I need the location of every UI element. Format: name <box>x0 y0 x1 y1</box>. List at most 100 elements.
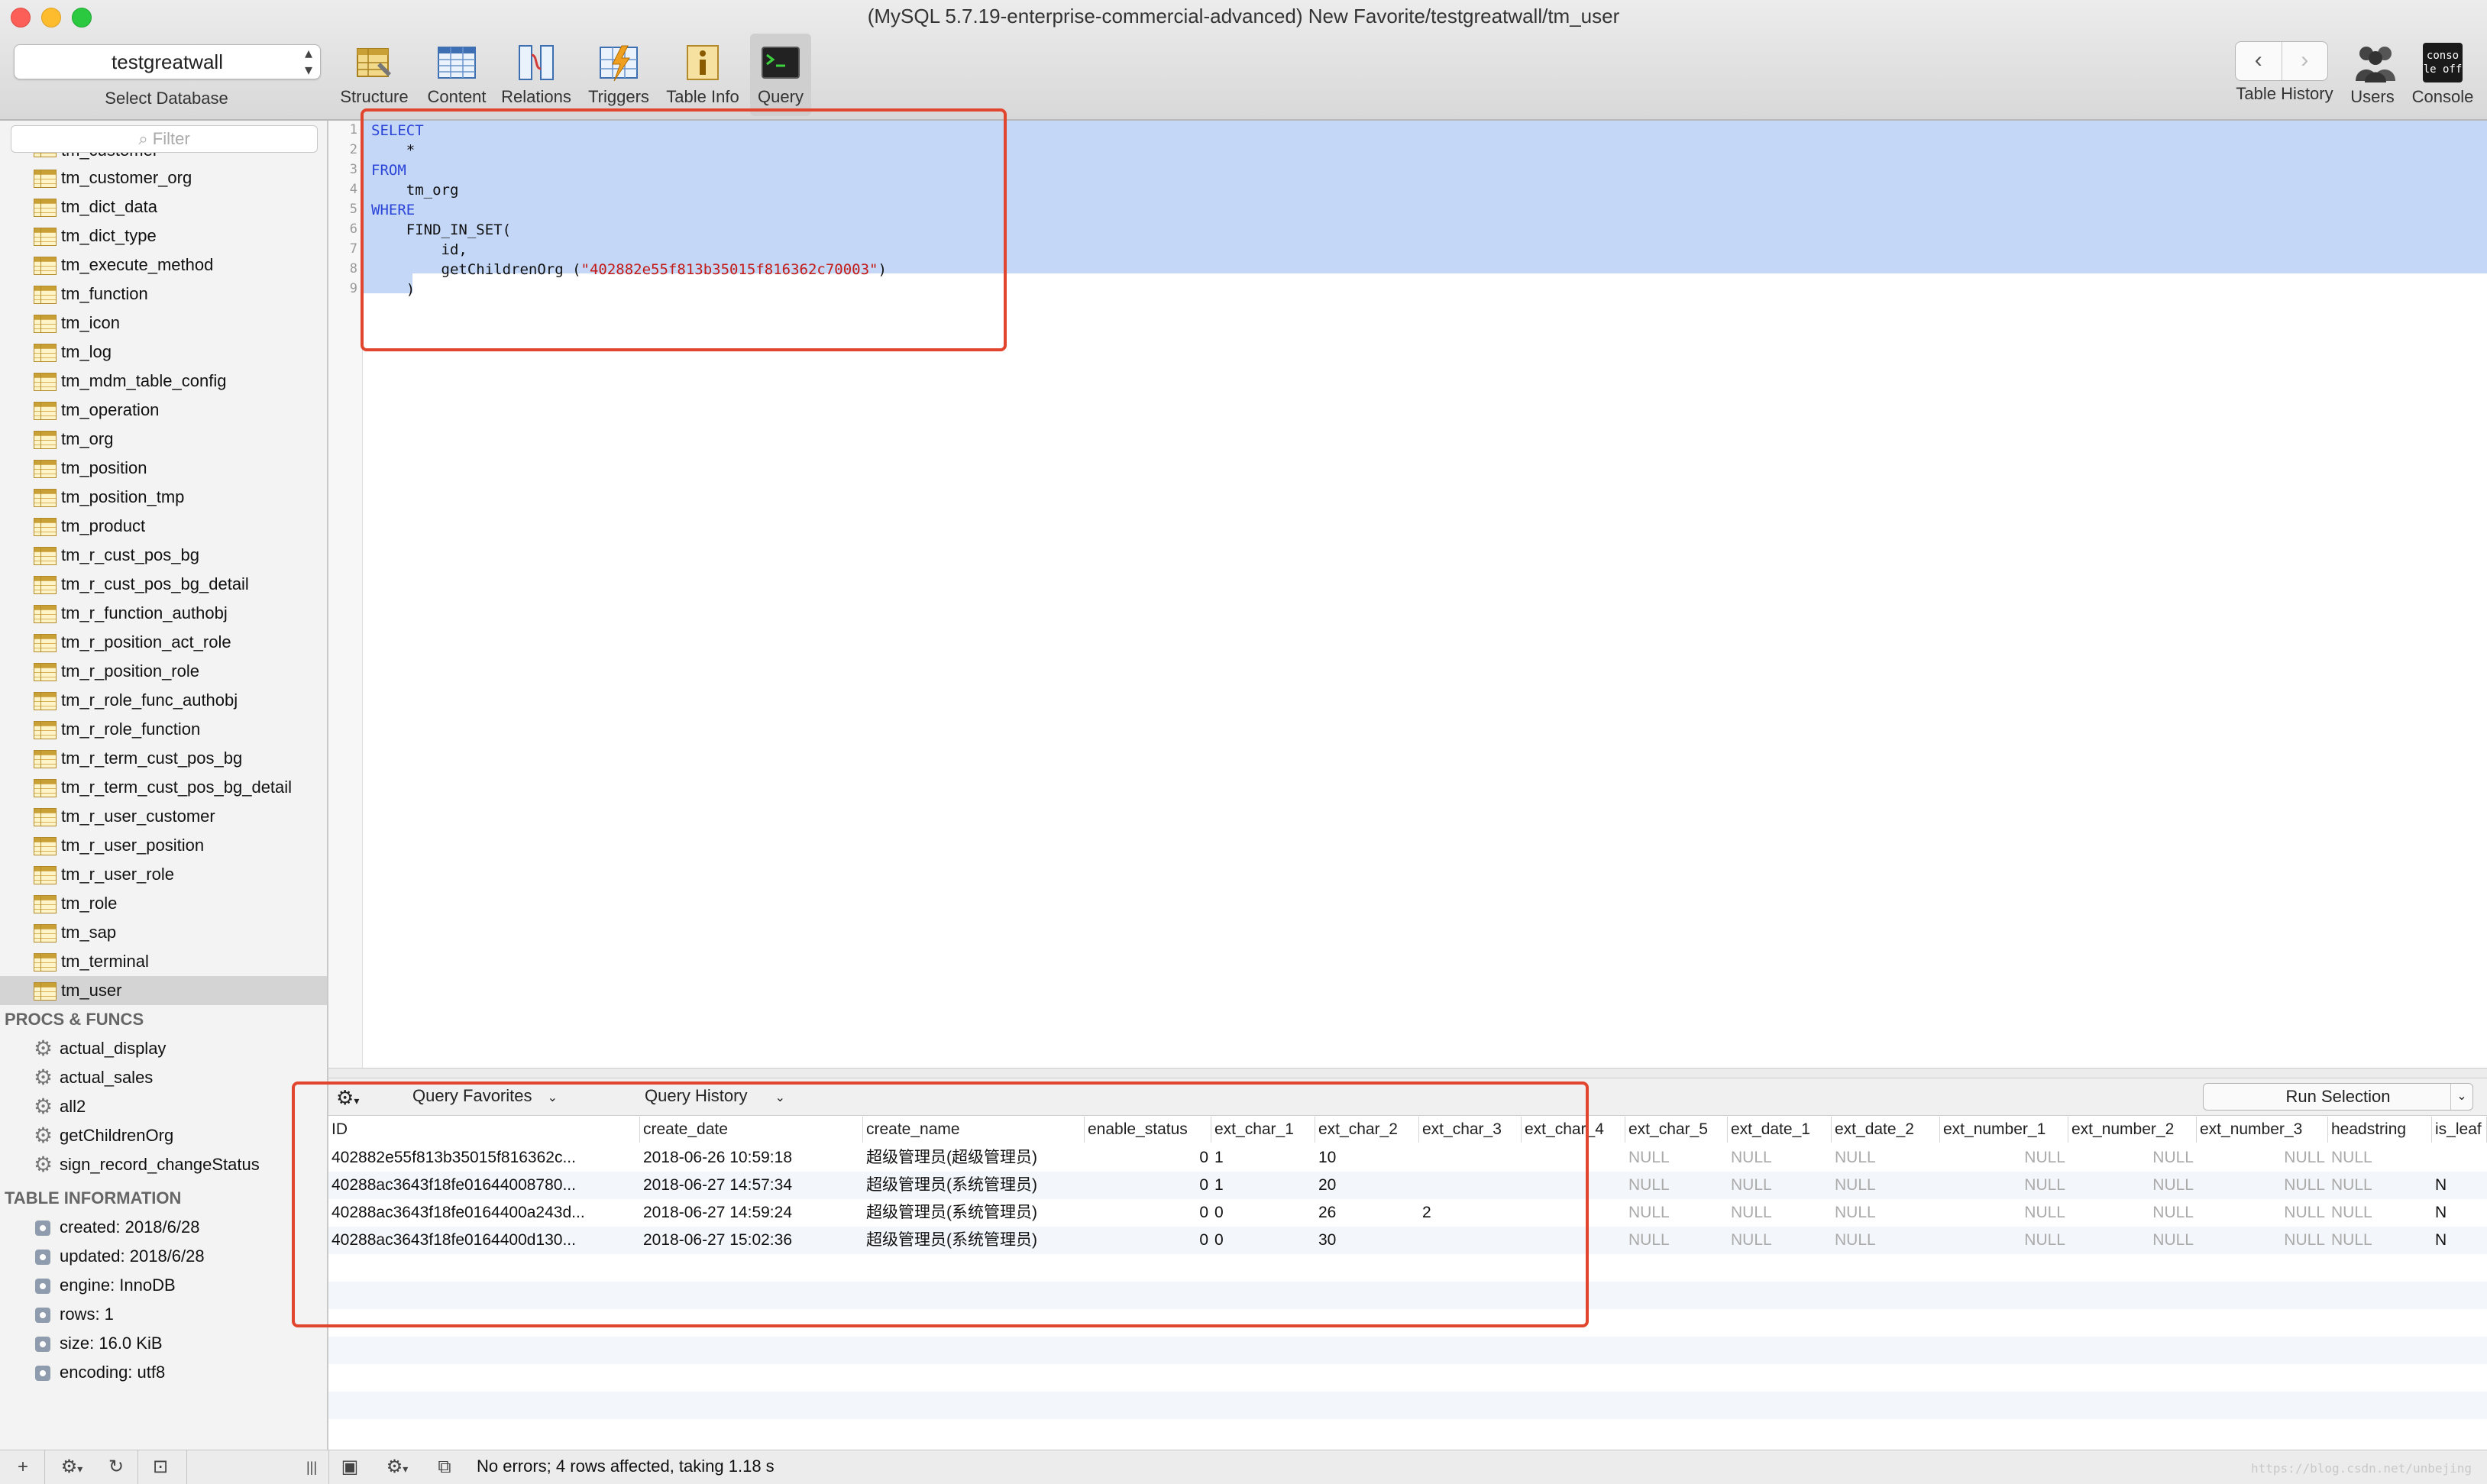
table-cell[interactable]: NULL <box>1625 1199 1728 1227</box>
table-history-button[interactable]: Table History <box>2229 84 2340 115</box>
table-cell[interactable]: N <box>2432 1172 2487 1199</box>
table-info-button[interactable]: Table Info <box>661 34 744 116</box>
table-cell[interactable]: NULL <box>1832 1172 1940 1199</box>
table-cell[interactable]: NULL <box>2068 1144 2197 1172</box>
filter-input[interactable]: ⌕ Filter <box>11 125 318 153</box>
table-list-item[interactable]: tm_position_tmp <box>0 483 327 512</box>
table-list-item[interactable]: tm_function <box>0 280 327 309</box>
filter-toggle-button[interactable]: ⊡ <box>147 1455 174 1479</box>
proc-list-item[interactable]: ⚙ sign_record_changeStatus <box>0 1150 327 1179</box>
table-list-item[interactable]: tm_r_term_cust_pos_bg_detail <box>0 773 327 802</box>
add-table-button[interactable]: + <box>8 1455 38 1479</box>
status-gear-menu[interactable]: ⚙▾ <box>377 1455 417 1479</box>
sidebar-gear-menu[interactable]: ⚙▾ <box>52 1455 92 1479</box>
resize-handle[interactable]: ||| <box>304 1455 319 1479</box>
table-cell[interactable]: NULL <box>1940 1144 2068 1172</box>
table-cell[interactable]: NULL <box>1625 1144 1728 1172</box>
table-list-item[interactable]: tm_log <box>0 338 327 367</box>
table-cell[interactable]: NULL <box>1940 1227 2068 1254</box>
table-list-item[interactable]: tm_user <box>0 976 327 1005</box>
proc-list-item[interactable]: ⚙ all2 <box>0 1092 327 1121</box>
column-header[interactable]: ext_char_5 <box>1625 1117 1728 1143</box>
column-header[interactable]: ext_date_1 <box>1728 1117 1832 1143</box>
table-cell[interactable]: NULL <box>2328 1144 2432 1172</box>
refresh-button[interactable]: ↻ <box>102 1455 130 1479</box>
table-list-item[interactable]: tm_r_term_cust_pos_bg <box>0 744 327 773</box>
chevron-down-icon[interactable]: ⌄ <box>2450 1084 2472 1110</box>
table-cell[interactable]: NULL <box>1728 1172 1832 1199</box>
table-cell[interactable]: NULL <box>2197 1172 2328 1199</box>
table-list-item[interactable]: tm_r_position_role <box>0 657 327 686</box>
table-cell[interactable]: N <box>2432 1199 2487 1227</box>
table-list-item[interactable]: tm_r_function_authobj <box>0 599 327 628</box>
proc-list-item[interactable]: ⚙ actual_sales <box>0 1063 327 1092</box>
table-cell[interactable]: NULL <box>2197 1199 2328 1227</box>
table-cell[interactable]: NULL <box>1625 1227 1728 1254</box>
table-list-item[interactable]: tm_sap <box>0 918 327 947</box>
table-list-item[interactable]: tm_r_cust_pos_bg_detail <box>0 570 327 599</box>
query-button[interactable]: Query <box>750 34 811 116</box>
table-list-item[interactable]: tm_r_cust_pos_bg <box>0 541 327 570</box>
table-info-section-header[interactable]: TABLE INFORMATION <box>0 1184 327 1213</box>
table-cell[interactable]: NULL <box>1728 1144 1832 1172</box>
table-cell[interactable]: NULL <box>2328 1199 2432 1227</box>
forward-button[interactable]: › <box>2281 42 2328 80</box>
table-list-item[interactable]: tm_r_user_role <box>0 860 327 889</box>
run-selection-button[interactable]: Run Selection ⌄ <box>2203 1083 2473 1111</box>
table-cell[interactable]: NULL <box>1940 1172 2068 1199</box>
column-header[interactable]: headstring <box>2328 1117 2432 1143</box>
structure-button[interactable]: Structure <box>335 34 414 116</box>
table-cell[interactable]: NULL <box>2197 1144 2328 1172</box>
relations-button[interactable]: Relations <box>498 34 574 116</box>
users-button[interactable]: Users <box>2343 34 2401 116</box>
table-list-item[interactable]: tm_r_role_function <box>0 715 327 744</box>
table-list-item[interactable]: tm_operation <box>0 396 327 425</box>
table-cell[interactable]: NULL <box>2068 1172 2197 1199</box>
table-cell[interactable]: NULL <box>1832 1199 1940 1227</box>
procs-section-header[interactable]: PROCS & FUNCS <box>0 1005 327 1034</box>
proc-list-item[interactable]: ⚙ actual_display <box>0 1034 327 1063</box>
table-cell[interactable]: NULL <box>1832 1227 1940 1254</box>
table-list-item[interactable]: tm_r_role_func_authobj <box>0 686 327 715</box>
table-cell[interactable]: NULL <box>1625 1172 1728 1199</box>
column-header[interactable]: ext_number_1 <box>1940 1117 2068 1143</box>
triggers-button[interactable]: Triggers <box>581 34 657 116</box>
column-header[interactable]: ext_date_2 <box>1832 1117 1940 1143</box>
table-cell[interactable]: NULL <box>1728 1227 1832 1254</box>
console-button[interactable]: conso le off Console <box>2406 34 2479 116</box>
table-cell[interactable]: NULL <box>1832 1144 1940 1172</box>
table-list-item[interactable]: tm_r_position_act_role <box>0 628 327 657</box>
table-list-item[interactable]: tm_dict_type <box>0 221 327 251</box>
table-cell[interactable]: NULL <box>2068 1227 2197 1254</box>
table-list-item[interactable]: tm_terminal <box>0 947 327 976</box>
table-list-item[interactable]: tm_execute_method <box>0 251 327 280</box>
table-cell[interactable]: NULL <box>2328 1172 2432 1199</box>
table-list-item[interactable]: tm_position <box>0 454 327 483</box>
table-list-item[interactable]: tm_product <box>0 512 327 541</box>
column-header[interactable]: ext_number_3 <box>2197 1117 2328 1143</box>
editor-results-splitter[interactable] <box>328 1068 2487 1078</box>
table-cell[interactable]: NULL <box>2328 1227 2432 1254</box>
proc-list-item[interactable]: ⚙ getChildrenOrg <box>0 1121 327 1150</box>
database-select[interactable]: testgreatwall ▴ ▾ <box>14 44 321 79</box>
table-list-item[interactable]: tm_dict_data <box>0 192 327 221</box>
table-cell[interactable]: NULL <box>2068 1199 2197 1227</box>
table-cell[interactable]: NULL <box>1940 1199 2068 1227</box>
table-cell[interactable]: N <box>2432 1227 2487 1254</box>
table-cell[interactable]: NULL <box>2197 1227 2328 1254</box>
table-list-item[interactable]: tm_icon <box>0 309 327 338</box>
table-list-item[interactable]: tm_customer_org <box>0 163 327 192</box>
back-button[interactable]: ‹ <box>2236 42 2282 80</box>
table-cell[interactable] <box>2432 1144 2487 1172</box>
table-list-item[interactable]: tm_r_user_position <box>0 831 327 860</box>
show-query-button[interactable]: ▣ <box>336 1455 364 1479</box>
table-list-item[interactable]: tm_mdm_table_config <box>0 367 327 396</box>
column-header[interactable]: ext_number_2 <box>2068 1117 2197 1143</box>
table-list-item[interactable]: tm_role <box>0 889 327 918</box>
table-list-item[interactable]: tm_org <box>0 425 327 454</box>
column-header[interactable]: is_leaf <box>2432 1117 2487 1143</box>
table-cell[interactable]: NULL <box>1728 1199 1832 1227</box>
content-button[interactable]: Content <box>420 34 493 116</box>
table-list-item[interactable]: tm_r_user_customer <box>0 802 327 831</box>
copy-button[interactable]: ⧉ <box>431 1455 458 1479</box>
